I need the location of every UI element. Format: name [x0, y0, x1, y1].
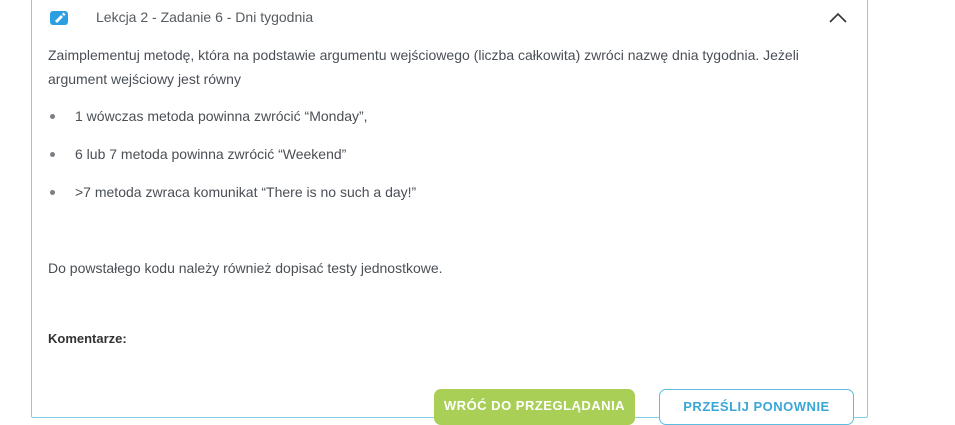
- edit-task-icon: [50, 11, 68, 25]
- task-outro-text: Do powstałego kodu należy również dopisa…: [48, 260, 443, 276]
- task-title: Lekcja 2 - Zadanie 6 - Dni tygodnia: [96, 9, 314, 25]
- bullet-icon: [50, 114, 55, 119]
- task-card: Lekcja 2 - Zadanie 6 - Dni tygodnia Zaim…: [31, 0, 868, 425]
- task-header[interactable]: Lekcja 2 - Zadanie 6 - Dni tygodnia: [32, 0, 867, 39]
- list-item-text: 1 wówczas metoda powinna zwrócić “Monday…: [75, 108, 368, 124]
- resubmit-button[interactable]: PRZEŚLIJ PONOWNIE: [659, 389, 854, 425]
- task-description: Zaimplementuj metodę, która na podstawie…: [48, 43, 838, 346]
- bullet-icon: [50, 190, 55, 195]
- list-item-text: >7 metoda zwraca komunikat “There is no …: [75, 184, 417, 200]
- back-to-browsing-button[interactable]: WRÓĆ DO PRZEGLĄDANIA: [434, 389, 635, 425]
- task-intro-text: Zaimplementuj metodę, która na podstawie…: [48, 47, 799, 87]
- comments-heading: Komentarze:: [48, 331, 127, 346]
- list-item-text: 6 lub 7 metoda powinna zwrócić “Weekend”: [75, 146, 347, 162]
- bullet-icon: [50, 152, 55, 157]
- chevron-up-icon[interactable]: [828, 11, 848, 25]
